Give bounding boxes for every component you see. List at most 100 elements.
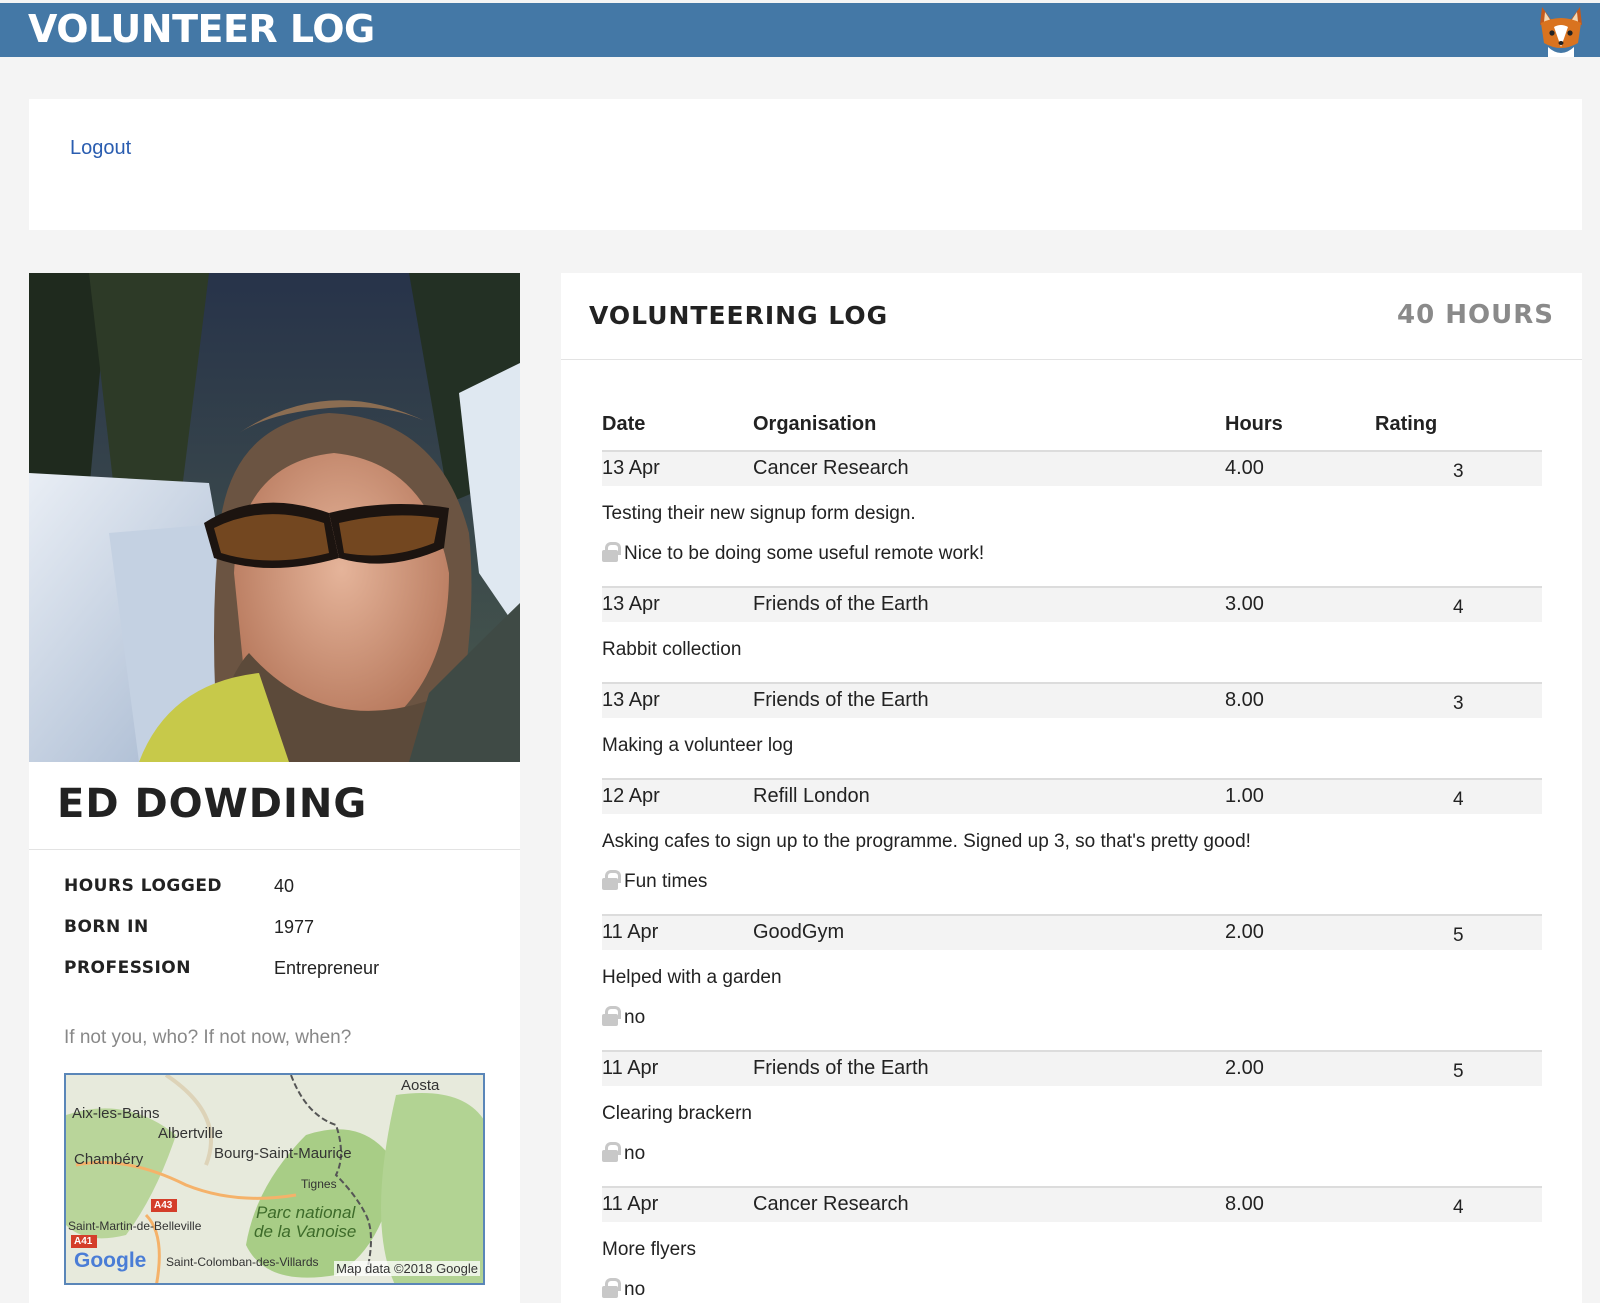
profile-photo <box>29 273 520 762</box>
map-place-label: Chambéry <box>74 1151 144 1168</box>
log-entry: 13 Apr Friends of the Earth 8.00 3 Makin… <box>602 682 1542 778</box>
entry-date: 13 Apr <box>602 593 660 615</box>
entry-organisation: Friends of the Earth <box>753 689 929 711</box>
lock-icon <box>602 1006 621 1026</box>
entry-date: 11 Apr <box>602 1193 659 1215</box>
entry-private-note: no <box>602 990 1542 1030</box>
table-row[interactable]: 11 Apr Friends of the Earth 2.00 5 <box>602 1052 1542 1086</box>
table-row[interactable]: 12 Apr Refill London 1.00 4 <box>602 780 1542 814</box>
entry-date: 12 Apr <box>602 785 660 807</box>
stat-value: 1977 <box>274 917 315 937</box>
entry-date: 13 Apr <box>602 689 660 711</box>
map-place-label: Saint-Martin-de-Belleville <box>68 1219 202 1233</box>
entry-hours: 2.00 <box>1225 921 1264 943</box>
log-total-hours: 40 HOURS <box>1397 300 1554 330</box>
entry-rating: 5 <box>1453 925 1464 946</box>
column-header-rating: Rating <box>1375 413 1438 435</box>
log-entry: 11 Apr Cancer Research 8.00 4 More flyer… <box>602 1186 1542 1302</box>
log-entry: 11 Apr GoodGym 2.00 5 Helped with a gard… <box>602 914 1542 1050</box>
entry-private-note: no <box>602 1262 1542 1302</box>
entry-description: Rabbit collection <box>602 639 742 660</box>
map-place-label: Saint-Colomban-des-Villards <box>166 1255 319 1269</box>
lock-icon <box>602 1278 621 1298</box>
lock-icon <box>602 870 621 890</box>
app-title: VOLUNTEER LOG <box>28 7 375 51</box>
google-logo: Google <box>74 1249 147 1273</box>
entry-rating: 3 <box>1453 461 1464 482</box>
stat-row-born: BORN IN 1977 <box>64 917 504 947</box>
entry-hours: 1.00 <box>1225 785 1264 807</box>
entry-description: More flyers <box>602 1239 696 1260</box>
map-place-label: Aosta <box>401 1077 440 1094</box>
entry-private-note: Fun times <box>602 854 1542 894</box>
entry-description: Testing their new signup form design. <box>602 503 916 524</box>
stat-value: 40 <box>274 876 295 896</box>
entry-hours: 3.00 <box>1225 593 1264 615</box>
table-row[interactable]: 13 Apr Cancer Research 4.00 3 <box>602 452 1542 486</box>
entry-hours: 8.00 <box>1225 1193 1264 1215</box>
stat-row-hours: HOURS LOGGED 40 <box>64 876 504 906</box>
lock-icon <box>602 542 621 562</box>
entry-organisation: Friends of the Earth <box>753 593 929 615</box>
map-park-label: de la Vanoise <box>254 1222 357 1241</box>
entry-rating: 4 <box>1453 789 1464 810</box>
entry-hours: 8.00 <box>1225 689 1264 711</box>
log-entry: 11 Apr Friends of the Earth 2.00 5 Clear… <box>602 1050 1542 1186</box>
stat-label: PROFESSION <box>64 958 191 978</box>
entry-rating: 4 <box>1453 1197 1464 1218</box>
entry-hours: 2.00 <box>1225 1057 1264 1079</box>
fox-icon <box>1540 7 1582 57</box>
map-attribution: Map data ©2018 Google <box>334 1261 480 1276</box>
stat-row-profession: PROFESSION Entrepreneur <box>64 958 504 988</box>
entry-note-text: no <box>624 1143 646 1164</box>
entry-description: Asking cafes to sign up to the programme… <box>602 831 1251 852</box>
divider <box>29 849 520 850</box>
location-map[interactable]: Aosta Aix-les-Bains Albertville Chambéry… <box>64 1073 485 1285</box>
entry-rating: 4 <box>1453 597 1464 618</box>
entry-date: 13 Apr <box>602 457 660 479</box>
column-header-hours: Hours <box>1225 413 1283 435</box>
entry-organisation: Refill London <box>753 785 870 807</box>
entry-note-text: no <box>624 1279 646 1300</box>
entry-rating: 3 <box>1453 693 1464 714</box>
log-entry: 13 Apr Friends of the Earth 3.00 4 Rabbi… <box>602 586 1542 682</box>
table-row[interactable]: 13 Apr Friends of the Earth 8.00 3 <box>602 684 1542 718</box>
log-entry: 13 Apr Cancer Research 4.00 3 Testing th… <box>602 450 1542 586</box>
entry-description: Clearing brackern <box>602 1103 752 1124</box>
entry-date: 11 Apr <box>602 921 659 943</box>
table-row[interactable]: 11 Apr GoodGym 2.00 5 <box>602 916 1542 950</box>
lock-icon <box>602 1142 621 1162</box>
log-entries: 13 Apr Cancer Research 4.00 3 Testing th… <box>602 450 1542 1302</box>
map-road-label: A43 <box>154 1200 173 1211</box>
map-place-label: Aix-les-Bains <box>72 1105 160 1122</box>
entry-hours: 4.00 <box>1225 457 1264 479</box>
entry-organisation: GoodGym <box>753 921 845 943</box>
entry-date: 11 Apr <box>602 1057 659 1079</box>
stat-value: Entrepreneur <box>274 958 380 978</box>
logout-link[interactable]: Logout <box>70 137 131 160</box>
stat-label: HOURS LOGGED <box>64 876 223 896</box>
log-title: VOLUNTEERING LOG <box>589 301 889 330</box>
map-road-label: A41 <box>74 1236 93 1247</box>
entry-note-text: Fun times <box>624 871 708 892</box>
table-row[interactable]: 11 Apr Cancer Research 8.00 4 <box>602 1188 1542 1222</box>
entry-organisation: Cancer Research <box>753 1193 909 1215</box>
entry-note-text: Nice to be doing some useful remote work… <box>624 543 985 564</box>
divider <box>561 359 1582 360</box>
profile-card: ED DOWDING HOURS LOGGED 40 BORN IN 1977 … <box>29 273 520 1303</box>
entry-private-note: Nice to be doing some useful remote work… <box>602 526 1542 566</box>
app-header: VOLUNTEER LOG <box>0 3 1600 57</box>
volunteering-log-card: VOLUNTEERING LOG 40 HOURS Date Organisat… <box>561 273 1582 1303</box>
entry-note-text: no <box>624 1007 646 1028</box>
entry-private-note: no <box>602 1126 1542 1166</box>
profile-motto: If not you, who? If not now, when? <box>64 1027 352 1048</box>
stat-label: BORN IN <box>64 917 149 937</box>
entry-description: Helped with a garden <box>602 967 782 988</box>
profile-name: ED DOWDING <box>57 781 368 827</box>
map-place-label: Albertville <box>158 1125 224 1142</box>
log-entry: 12 Apr Refill London 1.00 4 Asking cafes… <box>602 778 1542 914</box>
map-place-label: Bourg-Saint-Maurice <box>214 1145 352 1162</box>
table-row[interactable]: 13 Apr Friends of the Earth 3.00 4 <box>602 588 1542 622</box>
column-header-date: Date <box>602 413 646 435</box>
entry-organisation: Cancer Research <box>753 457 909 479</box>
